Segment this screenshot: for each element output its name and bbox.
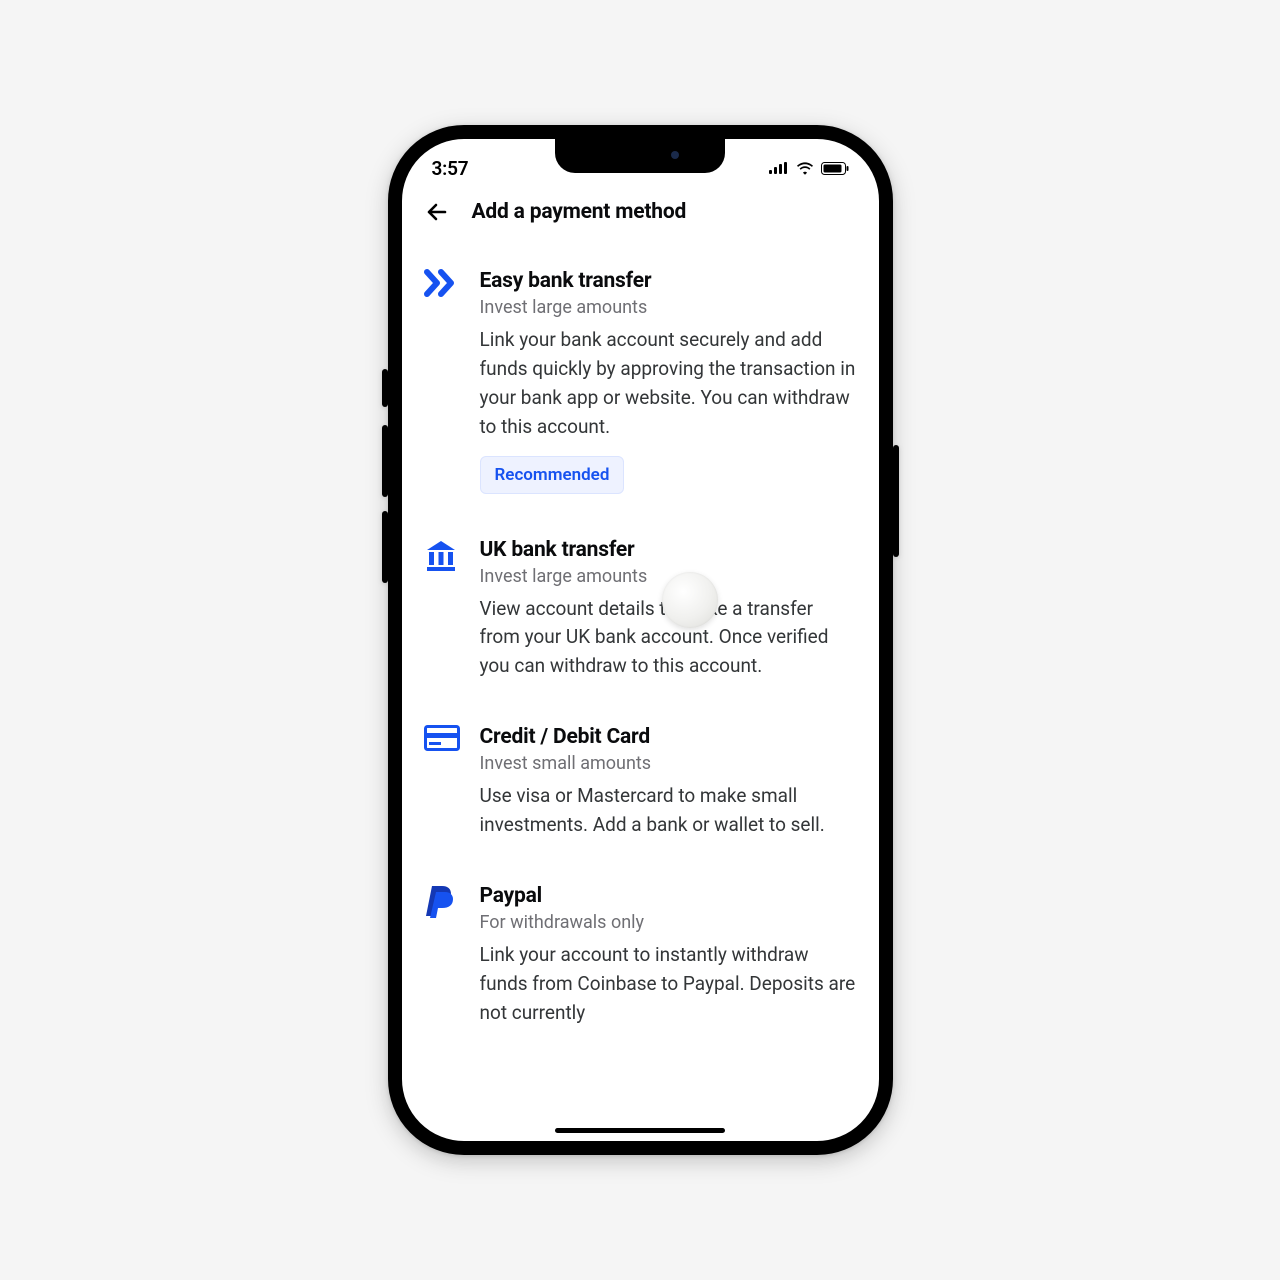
notch [555,139,725,173]
paypal-icon [424,884,460,1028]
method-credit-debit-card[interactable]: Credit / Debit Card Invest small amounts… [422,707,859,858]
page-title: Add a payment method [472,200,687,224]
battery-icon [821,162,849,175]
power-button [893,445,899,557]
status-time: 3:57 [432,157,469,180]
chevrons-right-icon [424,269,460,494]
back-button[interactable] [422,197,452,227]
method-title: Paypal [480,884,857,908]
bank-icon [424,538,460,682]
method-paypal[interactable]: Paypal For withdrawals only Link your ac… [422,866,859,1046]
method-subtitle: For withdrawals only [480,912,857,933]
method-subtitle: Invest large amounts [480,566,857,587]
method-subtitle: Invest large amounts [480,297,857,318]
method-title: UK bank transfer [480,538,857,562]
method-description: Use visa or Mastercard to make small inv… [480,782,857,840]
wifi-icon [796,162,814,175]
method-description: View account details to make a transfer … [480,595,857,682]
credit-card-icon [424,725,460,840]
recommended-badge: Recommended [480,456,625,494]
payment-method-list: Easy bank transfer Invest large amounts … [402,237,879,1135]
arrow-left-icon [425,200,449,224]
method-subtitle: Invest small amounts [480,753,857,774]
method-title: Credit / Debit Card [480,725,857,749]
method-uk-bank-transfer[interactable]: UK bank transfer Invest large amounts Vi… [422,520,859,700]
cellular-icon [769,162,789,174]
phone-screen: 3:57 [388,125,893,1155]
phone-frame: 3:57 [388,125,893,1155]
volume-button [382,511,388,583]
volume-button [382,425,388,497]
method-title: Easy bank transfer [480,269,857,293]
status-indicators [769,162,849,175]
method-easy-bank-transfer[interactable]: Easy bank transfer Invest large amounts … [422,251,859,512]
method-description: Link your bank account securely and add … [480,326,857,442]
app-bar: Add a payment method [402,191,879,237]
volume-button [382,369,388,407]
method-description: Link your account to instantly withdraw … [480,941,857,1028]
